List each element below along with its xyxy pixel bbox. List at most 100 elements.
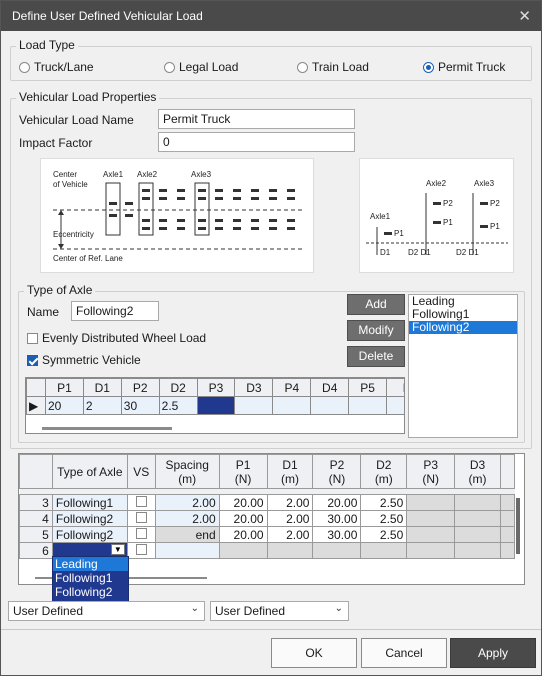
row-number: 4 <box>19 510 53 527</box>
vs-checkbox[interactable] <box>126 526 156 543</box>
dropdown-option[interactable]: Following2 <box>53 585 128 599</box>
radio-circle <box>164 61 175 73</box>
radio-truck-lane[interactable]: Truck/Lane <box>19 60 94 74</box>
axle-type-list[interactable]: Leading Following1 Following2 <box>408 294 518 438</box>
p2-cell: 30.00 <box>312 526 362 543</box>
combo-value: User Defined <box>215 604 286 618</box>
diagram-text: D1 <box>380 248 391 257</box>
delete-button[interactable]: Delete <box>347 346 405 367</box>
vs-checkbox[interactable] <box>126 494 156 511</box>
footer-divider <box>1 629 541 630</box>
ok-button[interactable]: OK <box>271 638 357 668</box>
evenly-distributed-checkbox[interactable]: Evenly Distributed Wheel Load <box>27 331 206 345</box>
axle-name-input[interactable]: Following2 <box>71 301 159 321</box>
horizontal-scrollbar[interactable] <box>42 427 172 430</box>
header-line: P1 <box>235 457 251 472</box>
load-type-label: Load Type <box>16 38 78 52</box>
table-cell[interactable]: 30 <box>120 396 160 415</box>
diagram-text: of Vehicle <box>53 180 88 189</box>
checkbox-label: Evenly Distributed Wheel Load <box>42 331 207 345</box>
p2-cell <box>312 542 362 559</box>
dropdown-option[interactable]: Leading <box>53 557 128 571</box>
radio-label: Permit Truck <box>438 60 506 74</box>
diagram-text: P1 <box>490 222 500 231</box>
apply-button[interactable]: Apply <box>450 638 536 668</box>
radio-train-load[interactable]: Train Load <box>297 60 369 74</box>
row-header-corner <box>26 378 46 397</box>
diagram-text: P2 <box>490 199 500 208</box>
col-header-d1: D1 (m) <box>266 454 314 489</box>
properties-label: Vehicular Load Properties <box>16 90 160 104</box>
dropdown-option[interactable]: Following1 <box>53 571 128 585</box>
p3-cell <box>406 526 456 543</box>
header-line: Spacing <box>165 457 209 472</box>
cancel-button[interactable]: Cancel <box>361 638 447 668</box>
d1-cell: 2.00 <box>266 526 314 543</box>
table-header-row: P1 D1 P2 D2 P3 D3 P4 D4 P5 D <box>26 378 404 397</box>
checkbox-box <box>135 511 147 523</box>
table-cell[interactable]: 2.5 <box>158 396 198 415</box>
p2-cell: 20.00 <box>312 494 362 511</box>
diagram-text: P1 <box>443 218 453 227</box>
radio-label: Legal Load <box>179 60 239 74</box>
vs-checkbox[interactable] <box>126 510 156 527</box>
add-button[interactable]: Add <box>347 294 405 315</box>
left-user-defined-combo[interactable]: User Defined ⌄ <box>8 601 205 621</box>
impact-factor-input[interactable]: 0 <box>158 132 355 152</box>
type-cell[interactable]: Following1 <box>51 494 128 511</box>
diagram-text: P1 <box>394 229 404 238</box>
header-line: P2 <box>329 457 345 472</box>
table-cell[interactable] <box>310 396 350 415</box>
chevron-down-icon[interactable]: ▼ <box>110 544 125 555</box>
radio-legal-load[interactable]: Legal Load <box>164 60 238 74</box>
vertical-scrollbar[interactable] <box>516 498 520 554</box>
modify-button[interactable]: Modify <box>347 320 405 341</box>
type-cell[interactable]: Following2 <box>51 526 128 543</box>
symmetric-vehicle-checkbox[interactable]: Symmetric Vehicle <box>27 353 141 367</box>
diagram-text: P2 <box>443 199 453 208</box>
vehicular-load-name-input[interactable]: Permit Truck <box>158 109 355 129</box>
col-header-p3: P3 (N) <box>406 454 456 489</box>
type-cell[interactable]: Following2 <box>51 510 128 527</box>
table-cell[interactable] <box>386 396 404 415</box>
spacing-cell[interactable]: 2.00 <box>154 494 220 511</box>
spacing-cell[interactable]: 2.00 <box>154 510 220 527</box>
close-icon[interactable]: ✕ <box>518 7 531 25</box>
list-item[interactable]: Following2 <box>409 321 517 334</box>
row-number: 3 <box>19 494 53 511</box>
col-header: D2 <box>158 378 198 397</box>
row-number: 6 <box>19 542 53 559</box>
table-cell[interactable] <box>272 396 312 415</box>
checkbox-box <box>135 527 147 539</box>
col-header-d3: D3 (m) <box>454 454 501 489</box>
dialog-window: Define User Defined Vehicular Load ✕ Loa… <box>0 0 542 676</box>
right-user-defined-combo[interactable]: User Defined ⌄ <box>210 601 349 621</box>
col-header: D <box>386 378 404 397</box>
p3-cell <box>406 494 456 511</box>
d1-cell <box>266 542 314 559</box>
spacing-cell[interactable]: end <box>154 526 220 543</box>
spacing-cell[interactable] <box>154 542 220 559</box>
header-unit: (m) <box>374 471 393 486</box>
axle-elevation-svg: Axle2 Axle3 Axle1 P1 P2 P1 P2 P1 D1 D2 D… <box>366 179 508 257</box>
header-line: D2 <box>376 457 392 472</box>
axle-type-dropdown[interactable]: Leading Following1 Following2 <box>52 556 129 603</box>
d3-cell <box>454 542 501 559</box>
table-cell[interactable]: 2 <box>82 396 122 415</box>
table-cell[interactable] <box>348 396 388 415</box>
p1-cell: 20.00 <box>218 494 268 511</box>
p2-cell: 30.00 <box>312 510 362 527</box>
table-cell-active[interactable] <box>196 396 236 415</box>
axle-load-grid: P1 D1 P2 D2 P3 D3 P4 D4 P5 D ▶ 20 2 30 <box>26 378 404 415</box>
table-cell[interactable]: 20 <box>44 396 84 415</box>
header-unit: (m) <box>178 471 197 486</box>
radio-permit-truck[interactable]: Permit Truck <box>423 60 505 74</box>
table-cell[interactable] <box>234 396 274 415</box>
diagram-text: Axle2 <box>426 179 447 188</box>
header-unit: (N) <box>328 471 346 486</box>
vs-checkbox[interactable] <box>126 542 156 559</box>
radio-label: Truck/Lane <box>34 60 94 74</box>
table-row: 4 Following2 2.00 20.00 2.00 30.00 2.50 <box>19 510 516 527</box>
col-header: P5 <box>348 378 388 397</box>
diagram-text: Axle1 <box>370 212 391 221</box>
